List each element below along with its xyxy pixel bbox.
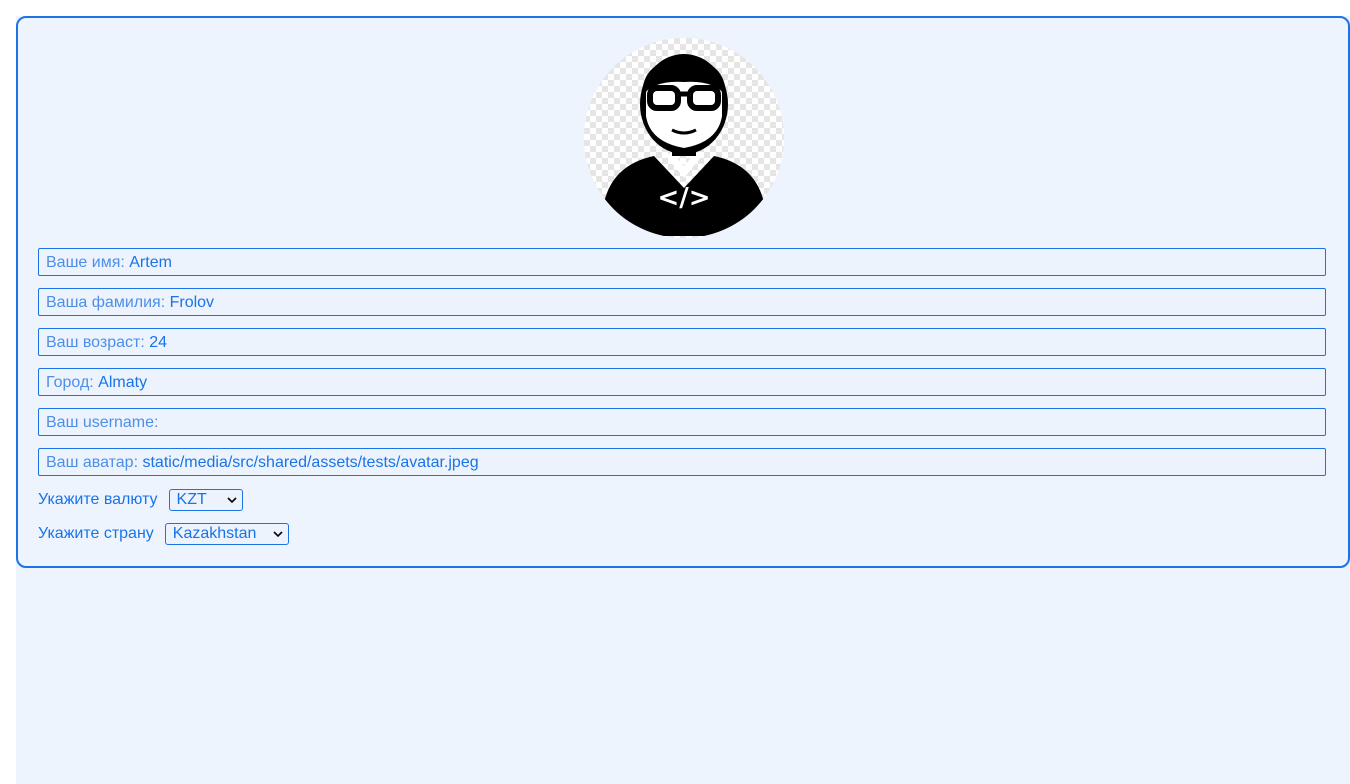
country-select[interactable]: Kazakhstan <box>164 523 289 545</box>
field-label: Ваш возраст: <box>46 334 145 351</box>
currency-label: Укажите валюту <box>38 491 158 508</box>
currency-row: Укажите валюту KZT <box>38 489 243 511</box>
field-avatar-path: Ваш аватар: static/media/src/shared/asse… <box>38 448 1326 476</box>
field-label: Ваша фамилия: <box>46 294 166 311</box>
field-last-name: Ваша фамилия: Frolov <box>38 288 1326 316</box>
country-label: Укажите страну <box>38 525 154 542</box>
field-label: Ваше имя: <box>46 254 125 271</box>
chevron-down-icon <box>273 531 283 538</box>
profile-card: </> Ваше имя: Artem Ваша фамилия: Frolov… <box>16 16 1350 568</box>
field-username: Ваш username: <box>38 408 1326 436</box>
field-value: Almaty <box>98 374 148 391</box>
field-first-name: Ваше имя: Artem <box>38 248 1326 276</box>
field-city: Город: Almaty <box>38 368 1326 396</box>
field-value: static/media/src/shared/assets/tests/ava… <box>142 454 479 471</box>
field-label: Город: <box>46 374 94 391</box>
currency-select[interactable]: KZT <box>168 489 243 511</box>
avatar: </> <box>584 38 784 238</box>
chevron-down-icon <box>226 497 237 504</box>
field-age: Ваш возраст: 24 <box>38 328 1326 356</box>
field-value: Artem <box>129 254 172 271</box>
country-selected-value: Kazakhstan <box>172 525 257 542</box>
avatar-code-glyph: </> <box>657 183 711 213</box>
currency-selected-value: KZT <box>176 491 207 508</box>
field-label: Ваш аватар: <box>46 454 139 471</box>
field-value: 24 <box>149 334 168 351</box>
field-label: Ваш username: <box>46 414 159 431</box>
field-value: Frolov <box>169 294 215 311</box>
country-row: Укажите страну Kazakhstan <box>38 523 289 545</box>
